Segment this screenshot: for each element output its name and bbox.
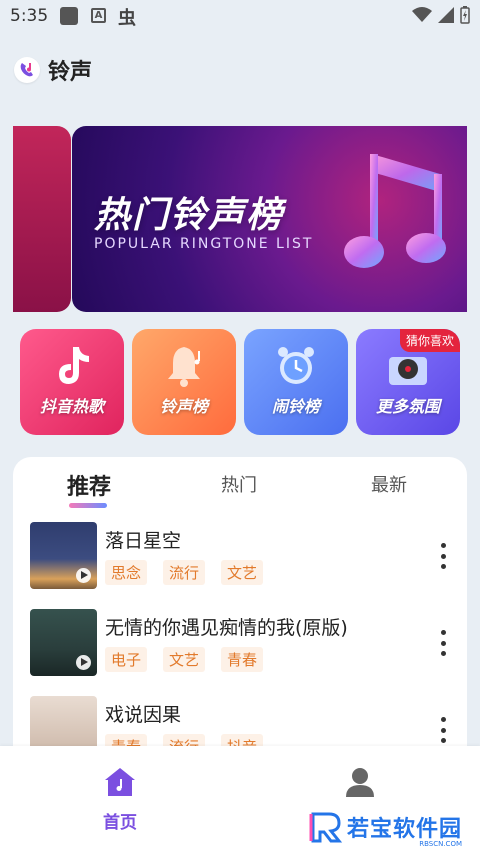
list-tabs: 推荐 热门 最新 bbox=[13, 457, 467, 513]
nav-profile[interactable] bbox=[320, 766, 400, 802]
play-icon[interactable] bbox=[76, 568, 91, 583]
music-note-icon bbox=[344, 154, 446, 268]
notification-square-icon bbox=[60, 7, 78, 25]
signal-icon bbox=[438, 7, 454, 23]
home-icon bbox=[105, 768, 135, 796]
battery-icon bbox=[460, 6, 470, 24]
song-tag[interactable]: 文艺 bbox=[163, 647, 206, 672]
category-label: 闹铃榜 bbox=[271, 397, 320, 416]
watermark-logo-icon bbox=[309, 812, 343, 843]
song-tag[interactable]: 文艺 bbox=[221, 560, 264, 585]
status-bar: 5:35 A 虫 bbox=[0, 0, 480, 34]
list-item[interactable]: 落日星空 思念 流行 文艺 bbox=[13, 522, 467, 602]
recommend-badge: 猜你喜欢 bbox=[399, 329, 460, 352]
song-tag[interactable]: 流行 bbox=[163, 560, 206, 585]
song-title: 落日星空 bbox=[105, 530, 182, 552]
watermark-text: 若宝软件园 bbox=[346, 817, 462, 842]
category-more-moods[interactable]: 猜你喜欢 更多氛围 bbox=[356, 329, 460, 435]
banner-prev-slide[interactable] bbox=[13, 126, 71, 312]
notification-a-icon: A bbox=[91, 8, 106, 23]
category-label: 铃声榜 bbox=[159, 397, 208, 416]
alarm-clock-icon bbox=[278, 347, 314, 384]
bottom-nav: 首页 若宝软件园 RBSCN.COM bbox=[0, 746, 480, 855]
song-title: 戏说因果 bbox=[105, 704, 182, 726]
notification-app-icon: 虫 bbox=[118, 8, 136, 29]
user-icon bbox=[346, 768, 374, 797]
watermark: 若宝软件园 RBSCN.COM bbox=[309, 810, 462, 848]
song-tags: 思念 流行 文艺 bbox=[105, 560, 264, 585]
category-label: 抖音热歌 bbox=[39, 397, 104, 416]
tab-latest[interactable]: 最新 bbox=[371, 471, 407, 497]
category-tiles: 抖音热歌 铃声榜 闹铃榜 猜你喜欢 更多氛围 bbox=[20, 329, 460, 435]
banner-title: 热门铃声榜 bbox=[94, 195, 285, 236]
nav-home[interactable]: 首页 bbox=[80, 766, 160, 833]
song-title: 无情的你遇见痴情的我(原版) bbox=[105, 617, 348, 639]
song-cover bbox=[30, 609, 97, 676]
app-header: 铃声 bbox=[14, 56, 93, 85]
song-tag[interactable]: 思念 bbox=[105, 560, 148, 585]
song-cover bbox=[30, 522, 97, 589]
wifi-icon bbox=[412, 7, 432, 22]
song-tags: 电子 文艺 青春 bbox=[105, 647, 264, 672]
nav-home-label: 首页 bbox=[103, 813, 137, 833]
status-icons bbox=[412, 6, 470, 24]
tab-indicator bbox=[69, 503, 107, 508]
status-time: 5:35 bbox=[10, 6, 49, 26]
category-ringtone-chart[interactable]: 铃声榜 bbox=[132, 329, 236, 435]
banner-subtitle: POPULAR RINGTONE LIST bbox=[94, 236, 314, 252]
category-label: 更多氛围 bbox=[375, 397, 440, 416]
list-item[interactable]: 无情的你遇见痴情的我(原版) 电子 文艺 青春 bbox=[13, 609, 467, 689]
bell-icon bbox=[168, 347, 200, 387]
tab-hot[interactable]: 热门 bbox=[221, 471, 257, 497]
more-options-icon[interactable] bbox=[439, 717, 447, 743]
tiktok-icon bbox=[59, 347, 89, 384]
page-title: 铃声 bbox=[48, 60, 93, 85]
category-alarm-chart[interactable]: 闹铃榜 bbox=[244, 329, 348, 435]
category-douyin-hits[interactable]: 抖音热歌 bbox=[20, 329, 124, 435]
song-tag[interactable]: 青春 bbox=[221, 647, 264, 672]
more-options-icon[interactable] bbox=[439, 630, 447, 656]
more-options-icon[interactable] bbox=[439, 543, 447, 569]
song-tag[interactable]: 电子 bbox=[105, 647, 148, 672]
play-icon[interactable] bbox=[76, 655, 91, 670]
app-logo-icon bbox=[14, 57, 40, 83]
watermark-subtext: RBSCN.COM bbox=[419, 840, 462, 848]
tab-recommend[interactable]: 推荐 bbox=[67, 469, 111, 501]
ringtone-banner[interactable]: 热门铃声榜 POPULAR RINGTONE LIST bbox=[72, 126, 467, 312]
song-list-card: 推荐 热门 最新 落日星空 思念 流行 文艺 无情的你遇见痴情的我(原版) 电子… bbox=[13, 457, 467, 757]
